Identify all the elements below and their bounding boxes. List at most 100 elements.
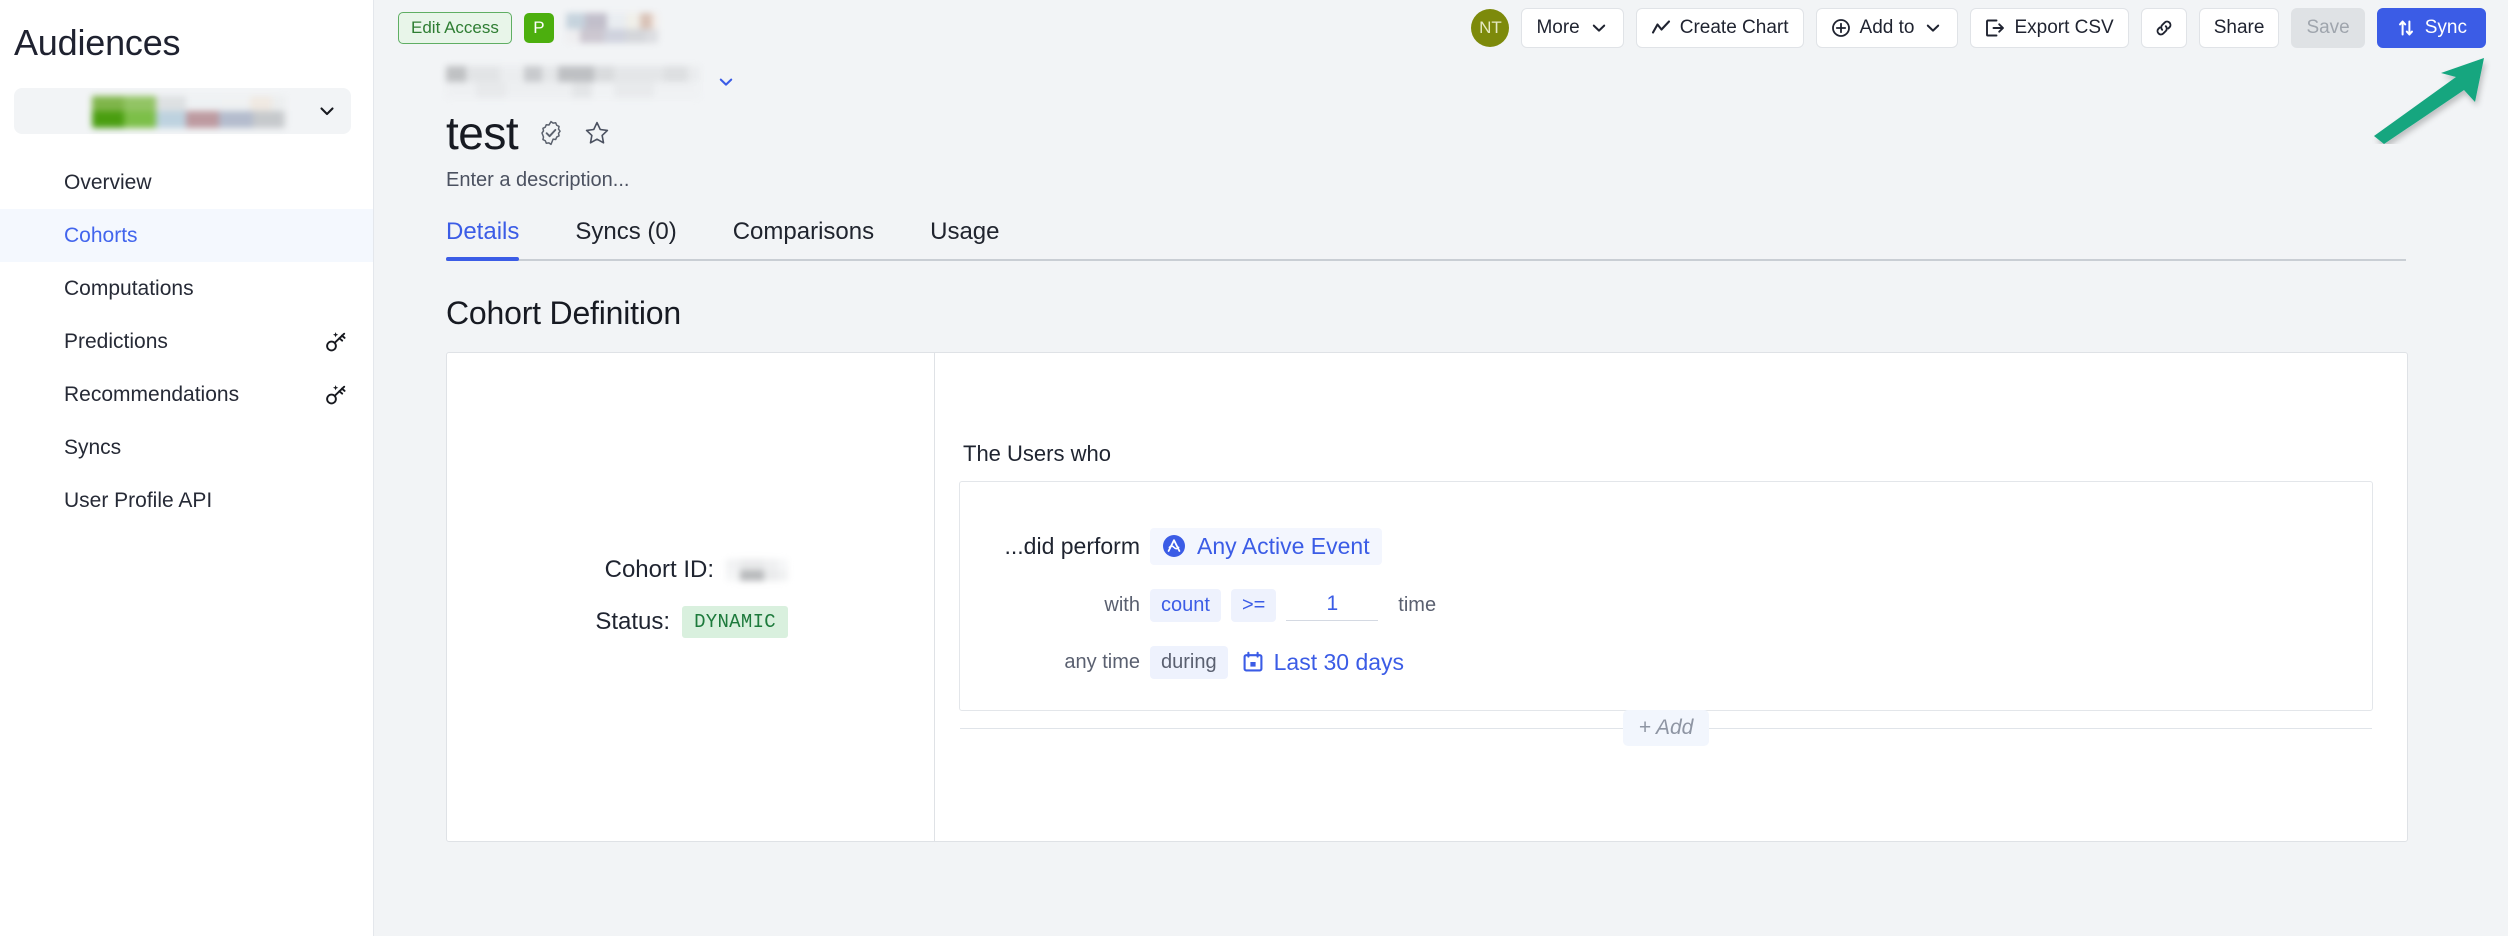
sync-arrows-icon: [2396, 18, 2416, 38]
add-condition-button[interactable]: + Add: [1623, 710, 1710, 746]
avatar[interactable]: NT: [1471, 9, 1509, 47]
chevron-down-icon: [317, 101, 337, 121]
event-selector[interactable]: Any Active Event: [1150, 528, 1382, 565]
sidebar-item-label: Overview: [64, 171, 152, 195]
cohort-id-label: Cohort ID:: [605, 556, 714, 584]
query-condition-box: ...did perform Any Active Event: [959, 481, 2373, 711]
page-title[interactable]: test: [446, 108, 518, 159]
event-name: Any Active Event: [1197, 533, 1370, 560]
sidebar-item-computations[interactable]: Computations: [0, 262, 373, 315]
status-badge: DYNAMIC: [682, 606, 788, 638]
export-csv-label: Export CSV: [2014, 17, 2113, 39]
query-timeframe-row: any time during Last: [960, 646, 2372, 679]
plus-circle-icon: [1831, 18, 1851, 38]
query-heading: The Users who: [963, 441, 2373, 467]
app-root: Audiences Overview Cohorts Computations …: [0, 0, 2508, 936]
save-label: Save: [2306, 17, 2349, 39]
operator-selector[interactable]: >=: [1231, 589, 1276, 622]
chevron-down-icon: [1923, 18, 1943, 38]
status-row: Status: DYNAMIC: [595, 606, 788, 638]
any-time-label: any time: [980, 651, 1140, 674]
breadcrumb[interactable]: [446, 66, 2508, 98]
more-label: More: [1536, 17, 1579, 39]
copy-link-button[interactable]: [2141, 8, 2187, 48]
did-perform-label: ...did perform: [980, 533, 1140, 560]
create-chart-label: Create Chart: [1680, 17, 1789, 39]
time-unit-label: time: [1398, 594, 1436, 617]
aggregation-selector[interactable]: count: [1150, 589, 1221, 622]
toolbar: Edit Access P NT More: [374, 0, 2508, 56]
project-avatar-badge[interactable]: P: [524, 13, 554, 43]
tab-label: Comparisons: [733, 218, 874, 245]
shared-users-redacted: [566, 13, 658, 43]
sidebar-item-syncs[interactable]: Syncs: [0, 421, 373, 474]
star-outline-icon[interactable]: [584, 120, 610, 146]
create-chart-button[interactable]: Create Chart: [1636, 8, 1804, 48]
sidebar-item-label: Syncs: [64, 436, 121, 460]
toolbar-actions: NT More Create Chart: [1471, 8, 2486, 48]
link-icon: [2154, 18, 2174, 38]
export-icon: [1985, 18, 2005, 38]
add-condition-row: + Add: [960, 710, 2372, 746]
tab-bar: Details Syncs (0) Comparisons Usage: [446, 218, 2406, 261]
cohort-id-value-redacted: [726, 559, 788, 581]
during-selector[interactable]: during: [1150, 646, 1228, 679]
date-range-label: Last 30 days: [1274, 649, 1404, 676]
add-to-label: Add to: [1860, 17, 1915, 39]
add-to-button[interactable]: Add to: [1816, 8, 1959, 48]
sidebar-item-label: Computations: [64, 277, 194, 301]
avatar-initials: NT: [1479, 18, 1502, 38]
sparkle-key-icon: [323, 382, 349, 408]
cohort-id-row: Cohort ID:: [605, 556, 788, 584]
main-content: Edit Access P NT More: [374, 0, 2508, 936]
cohort-definition-card: Cohort ID: Status: DYNAMIC The Users who: [446, 352, 2408, 842]
sidebar-nav: Overview Cohorts Computations Prediction…: [0, 156, 373, 527]
tab-details[interactable]: Details: [446, 218, 547, 259]
section-title: Cohort Definition: [446, 295, 2508, 332]
save-button: Save: [2291, 8, 2364, 48]
verified-badge-icon[interactable]: [538, 120, 564, 146]
tab-usage[interactable]: Usage: [902, 218, 1027, 259]
sync-label: Sync: [2425, 17, 2467, 39]
sidebar-item-label: User Profile API: [64, 489, 212, 513]
sparkle-key-icon: [323, 329, 349, 355]
calendar-icon: [1242, 651, 1264, 673]
tab-syncs[interactable]: Syncs (0): [547, 218, 704, 259]
sidebar-item-label: Cohorts: [64, 224, 138, 248]
query-builder-panel: The Users who ...did perform: [935, 353, 2407, 841]
sidebar-item-label: Recommendations: [64, 383, 239, 407]
sidebar-item-recommendations[interactable]: Recommendations: [0, 368, 373, 421]
count-value-input[interactable]: [1286, 590, 1378, 621]
sidebar: Audiences Overview Cohorts Computations …: [0, 0, 374, 936]
sync-button[interactable]: Sync: [2377, 8, 2486, 48]
sidebar-item-cohorts[interactable]: Cohorts: [0, 209, 373, 262]
tab-label: Syncs (0): [575, 218, 676, 245]
sidebar-item-predictions[interactable]: Predictions: [0, 315, 373, 368]
tab-label: Usage: [930, 218, 999, 245]
edit-access-button[interactable]: Edit Access: [398, 12, 512, 44]
sidebar-item-label: Predictions: [64, 330, 168, 354]
any-active-event-icon: [1162, 534, 1186, 558]
date-range-selector[interactable]: Last 30 days: [1242, 649, 1404, 676]
project-name-redacted: [92, 94, 286, 128]
description-input[interactable]: Enter a description...: [446, 169, 2508, 192]
page-content: test Enter a description... Details: [374, 66, 2508, 842]
breadcrumb-path-redacted: [446, 66, 700, 98]
status-label: Status:: [595, 608, 670, 636]
cohort-meta-panel: Cohort ID: Status: DYNAMIC: [447, 353, 935, 841]
sidebar-item-overview[interactable]: Overview: [0, 156, 373, 209]
title-row: test: [446, 108, 2508, 159]
chevron-down-icon[interactable]: [716, 72, 736, 92]
chevron-down-icon: [1589, 18, 1609, 38]
project-selector[interactable]: [14, 88, 351, 134]
share-button[interactable]: Share: [2199, 8, 2280, 48]
sidebar-title: Audiences: [0, 0, 373, 64]
more-button[interactable]: More: [1521, 8, 1623, 48]
share-label: Share: [2214, 17, 2265, 39]
export-csv-button[interactable]: Export CSV: [1970, 8, 2128, 48]
line-chart-icon: [1651, 18, 1671, 38]
sidebar-item-user-profile-api[interactable]: User Profile API: [0, 474, 373, 527]
query-event-row: ...did perform Any Active Event: [960, 528, 2372, 565]
edit-access-label: Edit Access: [411, 18, 499, 38]
tab-comparisons[interactable]: Comparisons: [705, 218, 902, 259]
